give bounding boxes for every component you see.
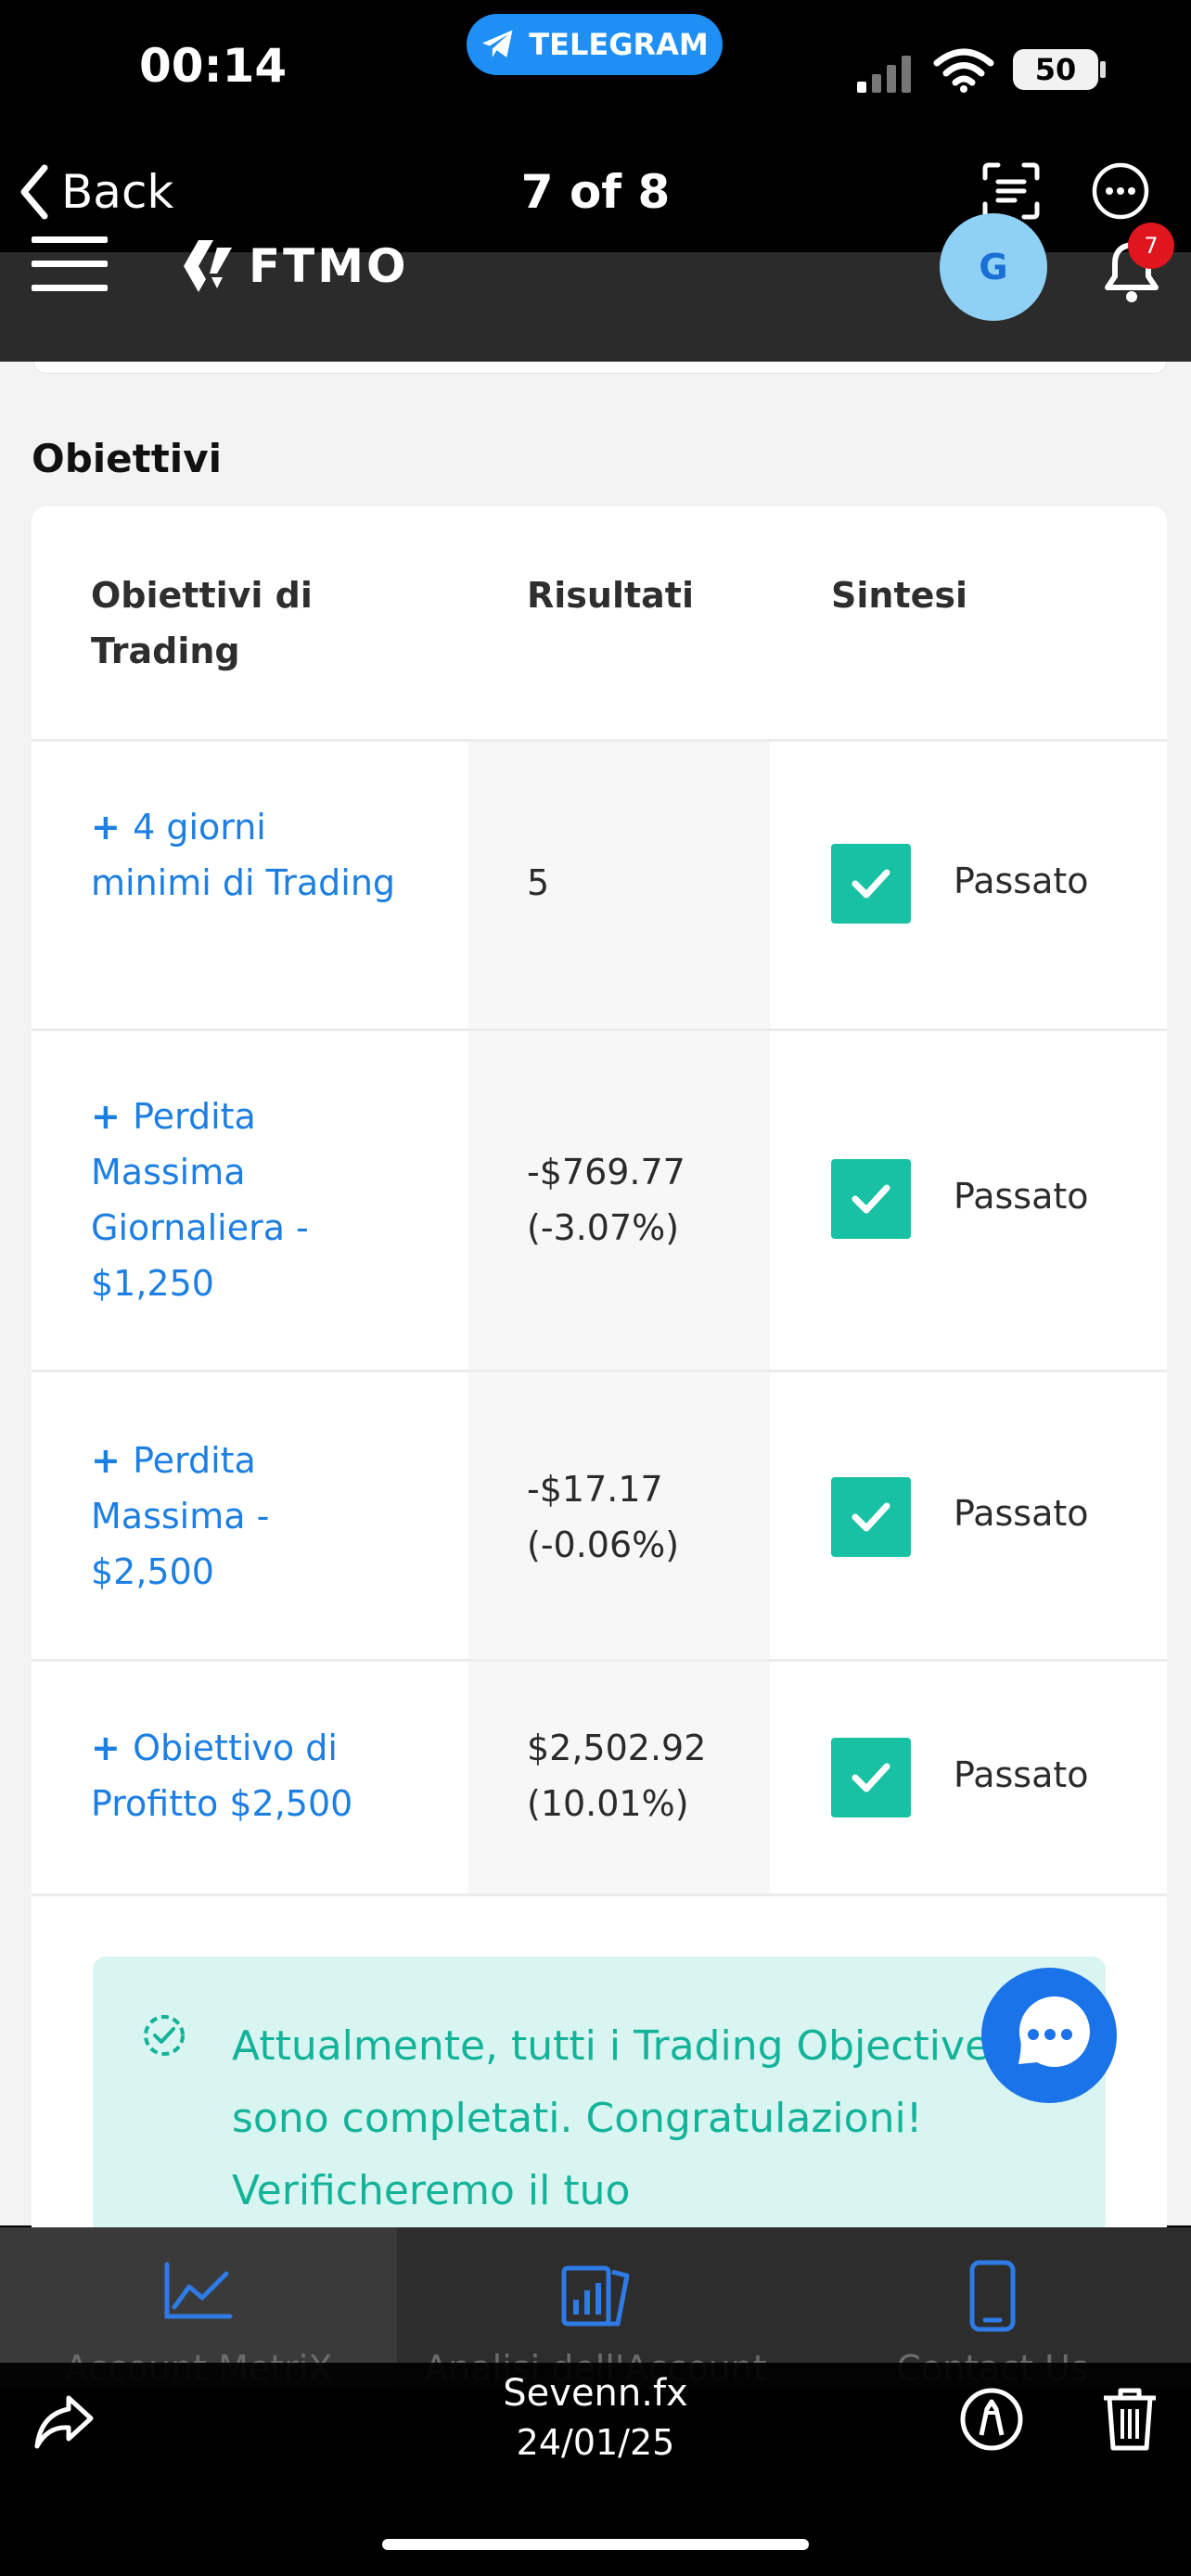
column-header-summary: Sintesi	[831, 575, 968, 616]
objective-link-max-loss[interactable]: + Perdita Massima - $2,500	[91, 1433, 397, 1600]
row-divider	[32, 1659, 1167, 1662]
result-value: -$769.77 (-3.07%)	[527, 1152, 685, 1248]
battery-tip	[1100, 61, 1106, 78]
objective-link-min-trading-days[interactable]: + 4 giorni minimi di Trading	[91, 799, 397, 911]
telegram-icon	[482, 30, 513, 57]
row-divider	[32, 1028, 1167, 1031]
status-passed: Passato	[954, 861, 1089, 901]
share-icon[interactable]	[32, 2391, 96, 2452]
row-divider	[32, 739, 1167, 742]
status-passed: Passato	[954, 1493, 1089, 1534]
ftmo-logo: FTMO	[180, 234, 409, 299]
more-options-icon[interactable]	[1091, 161, 1150, 221]
result-value: $2,502.92 (10.01%)	[527, 1728, 707, 1824]
row-divider	[32, 1894, 1167, 1896]
notification-badge: 7	[1128, 223, 1174, 269]
ftmo-brand-text: FTMO	[249, 239, 409, 293]
wifi-icon	[933, 48, 994, 93]
checkbox-checked-icon	[831, 844, 911, 924]
home-indicator	[382, 2539, 809, 2550]
status-passed: Passato	[954, 1754, 1089, 1795]
checkbox-checked-icon	[831, 1159, 911, 1239]
result-value: -$17.17 (-0.06%)	[527, 1469, 680, 1565]
success-message: Attualmente, tutti i Trading Objectives …	[232, 2022, 1012, 2214]
phone-icon	[969, 2260, 1016, 2332]
telegram-label: TELEGRAM	[529, 27, 709, 62]
live-text-icon[interactable]	[981, 161, 1041, 221]
hamburger-menu-icon[interactable]	[32, 236, 108, 294]
status-time: 00:14	[139, 39, 288, 93]
section-title: Obiettivi	[32, 436, 222, 481]
analysis-icon	[561, 2265, 630, 2327]
check-circle-icon	[144, 2015, 185, 2056]
telegram-return-pill[interactable]: TELEGRAM	[467, 14, 723, 75]
cellular-signal-icon	[857, 56, 911, 93]
column-header-objectives: Obiettivi di Trading	[91, 575, 313, 671]
row-divider	[32, 1370, 1167, 1372]
chart-line-icon	[164, 2262, 233, 2319]
battery-indicator: 50	[1013, 49, 1098, 90]
markup-icon[interactable]	[959, 2387, 1024, 2452]
trash-icon[interactable]	[1100, 2385, 1159, 2452]
chat-button[interactable]	[981, 1968, 1117, 2103]
chat-bubble-icon	[1018, 1996, 1090, 2068]
status-passed: Passato	[954, 1176, 1089, 1217]
result-value: 5	[527, 862, 550, 903]
column-header-results: Risultati	[527, 575, 694, 616]
previous-card-bottom	[33, 362, 1167, 374]
objective-link-max-daily-loss[interactable]: + Perdita Massima Giornaliera - $1,250	[91, 1089, 397, 1311]
result-cell-bg	[468, 742, 770, 1028]
user-avatar[interactable]: G	[940, 213, 1047, 321]
ftmo-logo-mark	[184, 240, 232, 292]
objective-link-profit-target[interactable]: + Obiettivo di Profitto $2,500	[91, 1720, 425, 1831]
checkbox-checked-icon	[831, 1477, 911, 1557]
checkbox-checked-icon	[831, 1738, 911, 1817]
